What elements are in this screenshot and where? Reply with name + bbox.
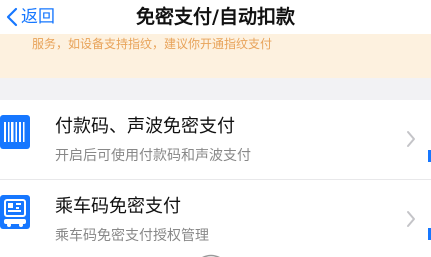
list-item-subtitle: 开启后可使用付款码和声波支付 [55,148,251,164]
notice-banner: 服务，如设备支持指纹，建议你开通指纹支付 [0,34,431,78]
screen: 返回 免密支付/自动扣款 服务，如设备支持指纹，建议你开通指纹支付 付款码、声波… [0,0,431,257]
notice-text: 服务，如设备支持指纹，建议你开通指纹支付 [32,37,273,51]
barcode-icon [0,115,30,149]
list-item-payment-code[interactable]: 付款码、声波免密支付 开启后可使用付款码和声波支付 [0,100,431,179]
navigation-bar: 返回 免密支付/自动扣款 [0,0,431,34]
settings-list: 付款码、声波免密支付 开启后可使用付款码和声波支付 乘车码免密支付 乘车码免密支… [0,100,431,257]
list-item-title: 付款码、声波免密支付 [55,116,235,137]
transit-code-icon [0,195,30,229]
chevron-right-icon [405,209,417,229]
list-item-subtitle: 乘车码免密支付授权管理 [55,228,209,244]
chevron-right-icon [405,129,417,149]
scroll-hint-icon [198,248,224,257]
list-item-title: 乘车码免密支付 [55,196,181,217]
list-item-transit-code[interactable]: 乘车码免密支付 乘车码免密支付授权管理 [0,179,431,257]
page-title: 免密支付/自动扣款 [136,6,295,28]
